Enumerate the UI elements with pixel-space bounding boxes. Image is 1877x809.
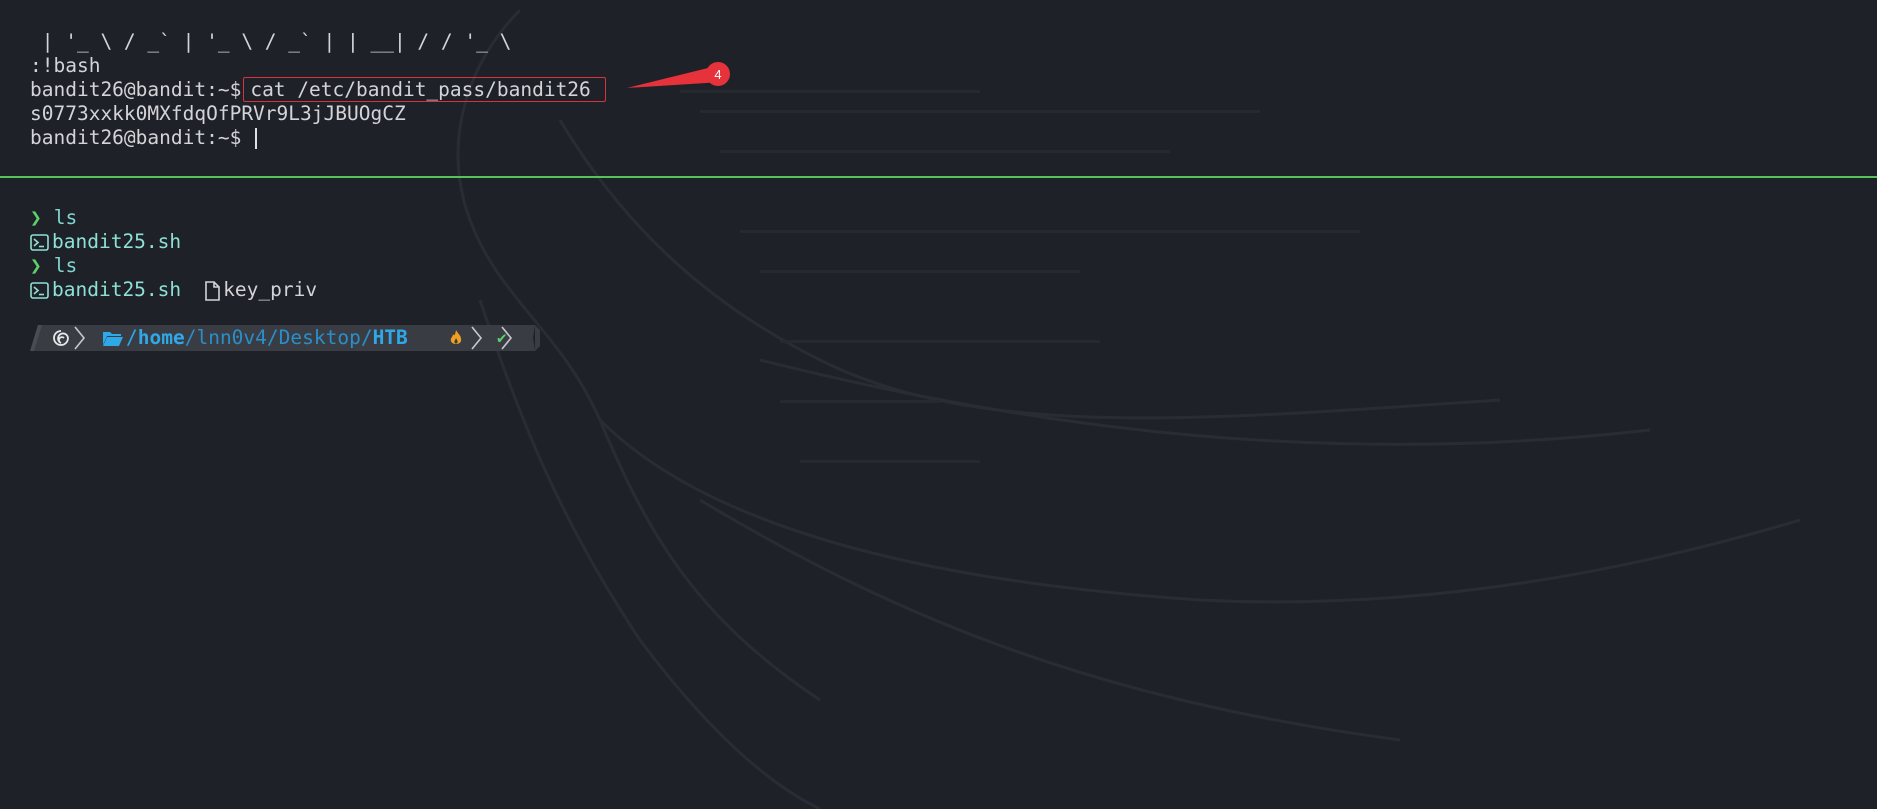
file-bandit25-sh[interactable]: bandit25.sh — [52, 278, 181, 301]
command-text: ls — [53, 206, 78, 229]
ls-command-line-2: ❯ ls — [30, 254, 77, 278]
command-text: ls — [53, 254, 78, 277]
fire-icon — [450, 330, 462, 344]
annotation-number: 4 — [714, 67, 721, 82]
file-key-priv[interactable]: key_priv — [223, 278, 317, 301]
debian-swirl-icon — [53, 330, 69, 346]
annotation-callout: 4 — [627, 62, 730, 88]
path-segment: /home/lnn0v4/Desktop/HTB — [126, 326, 408, 349]
file-icon — [205, 280, 220, 301]
bottom-terminal-pane[interactable] — [0, 180, 1877, 809]
prompt-arrow-icon: ❯ — [30, 206, 42, 229]
pane-divider[interactable] — [0, 176, 1877, 178]
folder-open-icon — [103, 332, 123, 346]
ls-command-line-1: ❯ ls — [30, 206, 77, 230]
ls-output-line-1: bandit25.sh — [30, 230, 181, 254]
prompt-arrow-icon: ❯ — [30, 254, 42, 277]
success-check-icon: ✔ — [497, 328, 507, 347]
terminal-script-icon — [30, 281, 49, 299]
file-bandit25-sh[interactable]: bandit25.sh — [52, 230, 181, 253]
ls-output-line-2: bandit25.sh key_priv — [30, 278, 317, 302]
terminal-script-icon — [30, 233, 49, 251]
